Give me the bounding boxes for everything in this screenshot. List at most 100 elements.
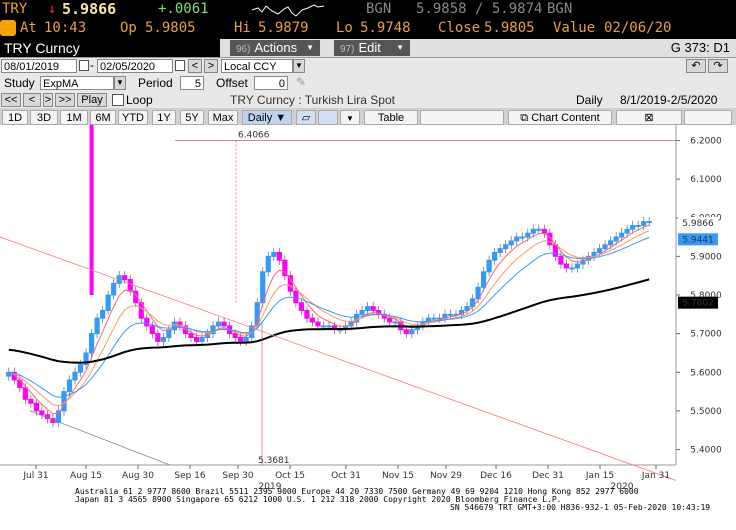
candle (492, 252, 498, 261)
forward-end-button[interactable]: >> (55, 93, 75, 107)
x-tick-label: Nov 15 (382, 471, 414, 481)
candle (596, 248, 603, 253)
candle (320, 325, 327, 328)
candle (508, 240, 514, 246)
forward-button[interactable]: > (43, 93, 53, 107)
tab-1d[interactable]: 1D (2, 110, 28, 125)
candle (370, 306, 376, 311)
candle (238, 337, 244, 342)
playback-row: << < > >> Play Loop TRY Curncy : Turkish… (0, 92, 736, 108)
last-price: 5.9866 (62, 0, 117, 18)
chart-content-icon: ⧉ (520, 112, 532, 124)
next-period-button[interactable]: > (204, 59, 218, 73)
edit-label: Edit (358, 40, 381, 55)
candle (569, 267, 575, 270)
period-input[interactable]: 5 (180, 76, 204, 90)
tab-5y[interactable]: 5Y (180, 110, 204, 125)
date-row: 08/01/2019 - 02/05/2020 < > Local CCY ▼ … (0, 58, 736, 75)
prev-period-button[interactable]: < (188, 59, 202, 73)
tab-3d[interactable]: 3D (30, 110, 58, 125)
price-chart[interactable]: 6.20006.10006.00005.90005.80005.70005.60… (0, 125, 736, 530)
actions-num: 96) (236, 44, 251, 55)
candle (160, 337, 166, 342)
ema-tag: 5.9441 (682, 235, 714, 245)
end-date-input[interactable]: 02/05/2020 (97, 59, 173, 73)
candle (149, 325, 155, 335)
trendline-lower (29, 410, 171, 466)
study-row: Study ExpMA ▼ Period 5 Offset 0 ✎ (0, 75, 736, 92)
candle (72, 371, 78, 381)
table-button[interactable]: Table (364, 110, 418, 125)
calendar-icon[interactable] (79, 60, 89, 71)
candle (215, 321, 222, 327)
settings-icon[interactable] (684, 110, 732, 125)
x-tick-label: Jan 31 (641, 471, 670, 481)
undo-icon[interactable]: ↶ (686, 59, 706, 73)
x-tick-label: Aug 15 (70, 471, 102, 481)
candle (232, 333, 238, 339)
footer-line-3: SN 546679 TRT GMT+3:00 H836-932-1 05-Feb… (450, 503, 710, 512)
x-tick-label: Sep 30 (222, 471, 254, 481)
x-tick-label: Jan 15 (585, 471, 614, 481)
currency-select[interactable]: Local CCY (221, 59, 293, 73)
tab-1m[interactable]: 1M (60, 110, 88, 125)
x-tick-label: Jul 31 (22, 471, 48, 481)
down-arrow-icon: ↓ (48, 1, 57, 17)
x-tick-label: Sep 16 (174, 471, 206, 481)
candle (530, 228, 536, 234)
tab-ytd[interactable]: YTD (118, 110, 148, 125)
quote-header: TRY ↓ 5.9866 +.0061 BGN 5.9858 / 5.9874 … (0, 0, 736, 39)
edit-num: 97) (340, 44, 355, 55)
blank-tool[interactable] (420, 110, 504, 125)
candle (105, 294, 111, 311)
tab-max[interactable]: Max (208, 110, 238, 125)
rewind-button[interactable]: < (23, 93, 41, 107)
candle (503, 244, 509, 250)
currency-dropdown[interactable]: ▼ (293, 59, 305, 73)
start-date-input[interactable]: 08/01/2019 (1, 59, 77, 73)
chart-content-button[interactable]: ⧉ Chart Content (508, 110, 612, 125)
candle (619, 232, 625, 238)
pencil-icon[interactable]: ✎ (296, 75, 306, 89)
open-value: 5.9805 (145, 20, 196, 36)
offset-input[interactable]: 0 (254, 76, 288, 90)
tab-1y[interactable]: 1Y (152, 110, 176, 125)
open-label: Op (120, 20, 137, 36)
candle (646, 221, 652, 224)
chevron-down-icon[interactable]: ▼ (340, 110, 360, 125)
candle (497, 248, 503, 253)
candle (635, 224, 641, 227)
candle (144, 317, 150, 327)
value-date: 02/06/20 (604, 20, 672, 36)
candle (100, 309, 106, 319)
tab-6m[interactable]: 6M (90, 110, 116, 125)
candle (77, 364, 84, 373)
edit-menu[interactable]: 97) Edit ▼ (334, 40, 410, 56)
candle (514, 236, 520, 242)
loop-checkbox[interactable] (112, 94, 124, 106)
study-select[interactable]: ExpMA (40, 76, 114, 90)
chart-type-icon[interactable]: ▱ (296, 110, 316, 125)
low-value: 5.9748 (360, 20, 411, 36)
quote-time: 10:43 (44, 20, 87, 36)
rewind-start-button[interactable]: << (1, 93, 21, 107)
value-label: Value (553, 20, 596, 36)
chart-canvas: 6.20006.10006.00005.90005.80005.70005.60… (0, 125, 722, 512)
study-dropdown[interactable]: ▼ (114, 76, 126, 90)
calendar-icon[interactable] (175, 60, 185, 71)
chevron-down-icon: ▼ (396, 43, 404, 52)
candle (304, 309, 310, 319)
export-icon[interactable]: ⊠ (616, 110, 682, 125)
tab-daily[interactable]: Daily ▼ (242, 110, 292, 125)
high-label: Hi (234, 20, 251, 36)
bgn-label-2: BGN (547, 1, 573, 17)
play-button[interactable]: Play (77, 93, 107, 107)
y-tick-label: 6.2000 (690, 136, 722, 146)
clock-icon (0, 20, 16, 36)
redo-icon[interactable]: ↷ (708, 59, 728, 73)
line-style-icon[interactable] (318, 110, 338, 125)
candle (481, 271, 487, 288)
period-label: Period (138, 76, 173, 90)
candle (199, 337, 205, 342)
actions-menu[interactable]: 96) Actions ▼ (230, 40, 320, 56)
